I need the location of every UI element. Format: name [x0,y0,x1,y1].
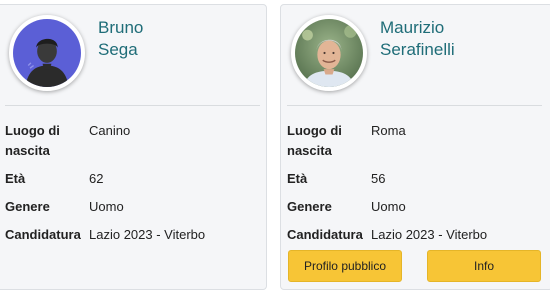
public-profile-button[interactable]: Profilo pubblico [288,250,402,282]
last-name: Serafinelli [380,40,455,59]
candidate-photo [295,19,363,87]
detail-label: Età [5,171,26,186]
candidate-name: Maurizio Serafinelli [380,17,455,61]
first-name: Maurizio [380,18,445,37]
detail-row-age: Età 56 [287,169,547,189]
detail-row-birthplace: Luogo di nascita Roma [287,121,547,161]
detail-label: Genere [5,199,50,214]
user-avatar-icon [13,19,81,87]
candidate-card: Bruno Sega Luogo di nascita Canino Età 6… [0,4,267,290]
detail-value: Roma [371,123,406,138]
candidate-card: Maurizio Serafinelli Luogo di nascita Ro… [280,4,550,290]
detail-label: Candidatura [5,227,81,242]
avatar [291,15,367,91]
candidate-details: Luogo di nascita Roma Età 56 Genere Uomo… [287,121,547,245]
detail-label: Genere [287,199,332,214]
detail-value: Uomo [371,199,406,214]
detail-label: Luogo di nascita [287,123,342,158]
detail-value: Canino [89,123,131,138]
detail-row-candidacy: Candidatura Lazio 2023 - Viterbo [5,225,265,245]
detail-value: Uomo [89,199,124,214]
first-name: Bruno [98,18,144,37]
detail-row-birthplace: Luogo di nascita Canino [5,121,265,161]
detail-row-gender: Genere Uomo [5,197,265,217]
detail-value: 56 [371,171,386,186]
detail-value: 62 [89,171,104,186]
detail-label: Candidatura [287,227,363,242]
last-name: Sega [98,40,138,59]
candidate-details: Luogo di nascita Canino Età 62 Genere Uo… [5,121,265,245]
detail-row-candidacy: Candidatura Lazio 2023 - Viterbo [287,225,547,245]
info-button[interactable]: Info [427,250,541,282]
divider [287,105,542,106]
candidate-name: Bruno Sega [98,17,143,61]
detail-row-gender: Genere Uomo [287,197,547,217]
detail-value: Lazio 2023 - Viterbo [89,227,206,242]
detail-row-age: Età 62 [5,169,265,189]
avatar [9,15,85,91]
detail-label: Età [287,171,308,186]
divider [5,105,260,106]
detail-value: Lazio 2023 - Viterbo [371,227,488,242]
detail-label: Luogo di nascita [5,123,60,158]
